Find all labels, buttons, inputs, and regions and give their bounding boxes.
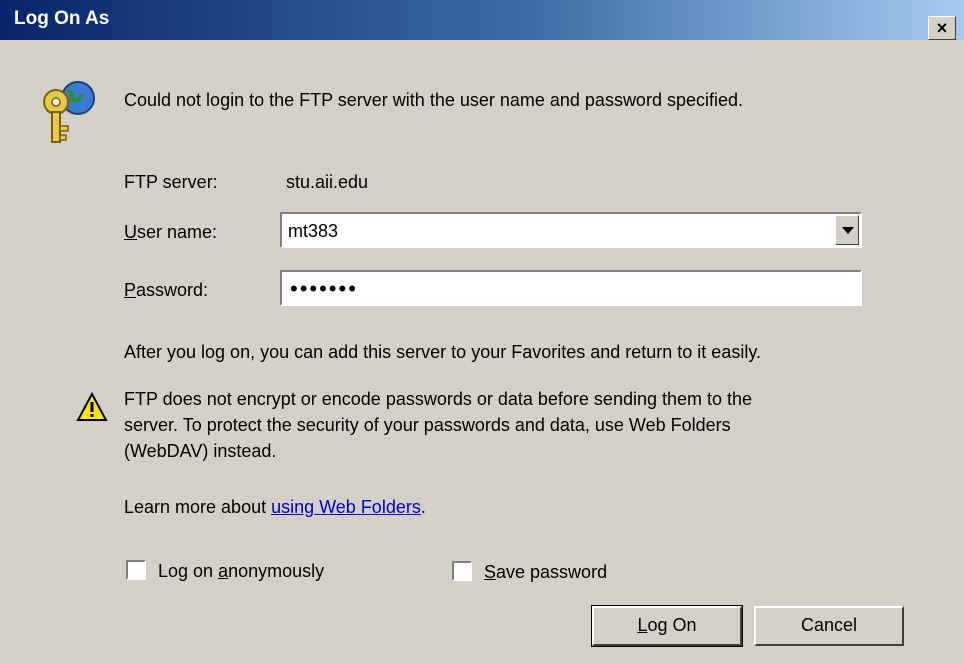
dropdown-arrow-icon [842,227,854,234]
user-name-label: User name: [124,222,217,243]
learn-more-text: Learn more about using Web Folders. [124,497,426,518]
user-name-label-text: ser name: [137,222,218,242]
log-on-as-dialog: Log On As × Could not login to the FTP s… [0,0,964,664]
save-label-post: ave password [496,562,608,582]
title-bar[interactable]: Log On As × [0,0,964,40]
anon-accel: a [218,561,229,581]
password-label: Password: [124,280,208,301]
password-field[interactable]: ••••••• [280,270,862,306]
warning-icon [76,392,108,421]
ftp-server-label: FTP server: [124,172,218,192]
close-button[interactable]: × [928,16,956,40]
logon-label: og On [647,615,697,635]
password-accel: P [124,280,137,300]
close-icon: × [936,18,948,38]
password-label-text: assword: [136,280,209,300]
save-accel: S [484,562,497,582]
user-name-value: mt383 [288,221,339,241]
error-message: Could not login to the FTP server with t… [124,90,743,110]
user-name-combobox[interactable]: mt383 [280,212,862,248]
warning-line-3: (WebDAV) instead. [124,441,277,461]
log-on-button[interactable]: Log On [591,605,743,647]
learn-more-prefix: Learn more about [124,497,272,517]
anon-label-post: nonymously [228,561,325,581]
log-on-anonymously-label[interactable]: Log on anonymously [158,561,324,582]
window-title: Log On As [14,8,110,29]
save-password-label[interactable]: Save password [484,562,607,583]
user-name-dropdown-button[interactable] [835,215,859,245]
web-folders-link[interactable]: using Web Folders [271,497,421,517]
warning-line-2: server. To protect the security of your … [124,415,731,435]
favorites-note: After you log on, you can add this serve… [124,342,761,362]
cancel-button[interactable]: Cancel [754,606,904,646]
log-on-anonymously-checkbox[interactable] [126,560,146,580]
user-name-accel: U [124,222,137,242]
save-password-checkbox[interactable] [452,561,472,581]
anon-label-pre: Log on [158,561,219,581]
learn-more-suffix: . [420,497,426,517]
ftp-server-value: stu.aii.edu [286,172,369,192]
key-globe-icon [43,81,95,143]
password-value: ••••••• [290,276,358,301]
warning-line-1: FTP does not encrypt or encode passwords… [124,389,753,409]
logon-accel: L [637,615,648,635]
